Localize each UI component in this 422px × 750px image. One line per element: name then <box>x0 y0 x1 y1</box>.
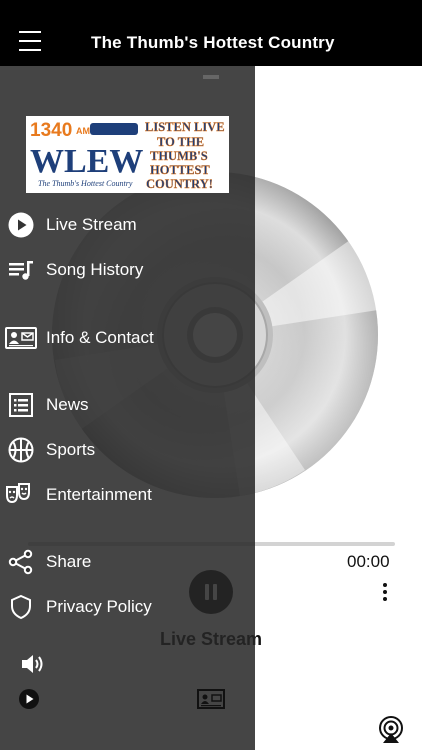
svg-text:LISTEN LIVE: LISTEN LIVE <box>145 120 225 134</box>
logo-slogan: The Thumb's Hottest Country <box>38 179 133 188</box>
play-icon[interactable] <box>18 688 40 710</box>
logo-call-letters: WLEW <box>30 143 143 180</box>
share-icon <box>8 549 33 575</box>
menu-item-news[interactable]: News <box>0 385 255 425</box>
menu-item-song-history[interactable]: Song History <box>0 250 255 290</box>
menu-item-label: Info & Contact <box>46 328 154 347</box>
header-title: The Thumb's Hottest Country <box>91 33 335 52</box>
menu-item-label: Sports <box>46 440 96 459</box>
menu-item-sports[interactable]: Sports <box>0 430 255 470</box>
hamburger-menu-icon[interactable] <box>19 31 41 53</box>
news-list-icon <box>9 393 33 417</box>
theater-masks-icon <box>6 483 30 504</box>
menu-item-label: Song History <box>46 260 144 279</box>
svg-text:HOTTEST: HOTTEST <box>150 163 210 177</box>
menu-item-info-contact[interactable]: Info & Contact <box>0 318 255 358</box>
volume-icon[interactable] <box>20 651 46 677</box>
station-logo: 1340 AM WLEW The Thumb's Hottest Country… <box>26 116 229 193</box>
airplay-icon[interactable] <box>377 716 405 744</box>
shield-icon <box>11 594 31 620</box>
menu-item-label: Privacy Policy <box>46 597 152 616</box>
svg-text:COUNTRY!: COUNTRY! <box>146 177 213 191</box>
drag-handle-icon[interactable] <box>203 75 219 79</box>
play-circle-icon <box>8 212 34 238</box>
contact-card-icon <box>5 327 37 349</box>
more-options-icon[interactable] <box>380 582 390 602</box>
menu-item-live-stream[interactable]: Live Stream <box>0 205 255 245</box>
logo-band: AM <box>76 126 90 136</box>
basketball-icon <box>8 437 34 463</box>
menu-item-label: Share <box>46 552 92 571</box>
elapsed-time: 00:00 <box>347 552 390 571</box>
app-header: The Thumb's Hottest Country <box>0 0 422 66</box>
menu-item-share[interactable]: Share <box>0 542 255 582</box>
menu-item-privacy-policy[interactable]: Privacy Policy <box>0 587 255 627</box>
svg-text:THUMB'S: THUMB'S <box>150 149 208 163</box>
svg-text:TO THE: TO THE <box>157 135 204 149</box>
menu-item-entertainment[interactable]: Entertainment <box>0 475 255 515</box>
menu-item-label: News <box>46 395 89 414</box>
menu-item-label: Entertainment <box>46 485 152 504</box>
music-list-icon <box>9 261 33 280</box>
logo-frequency: 1340 <box>30 120 72 141</box>
menu-item-label: Live Stream <box>46 215 137 234</box>
contact-card-icon[interactable] <box>197 688 225 710</box>
